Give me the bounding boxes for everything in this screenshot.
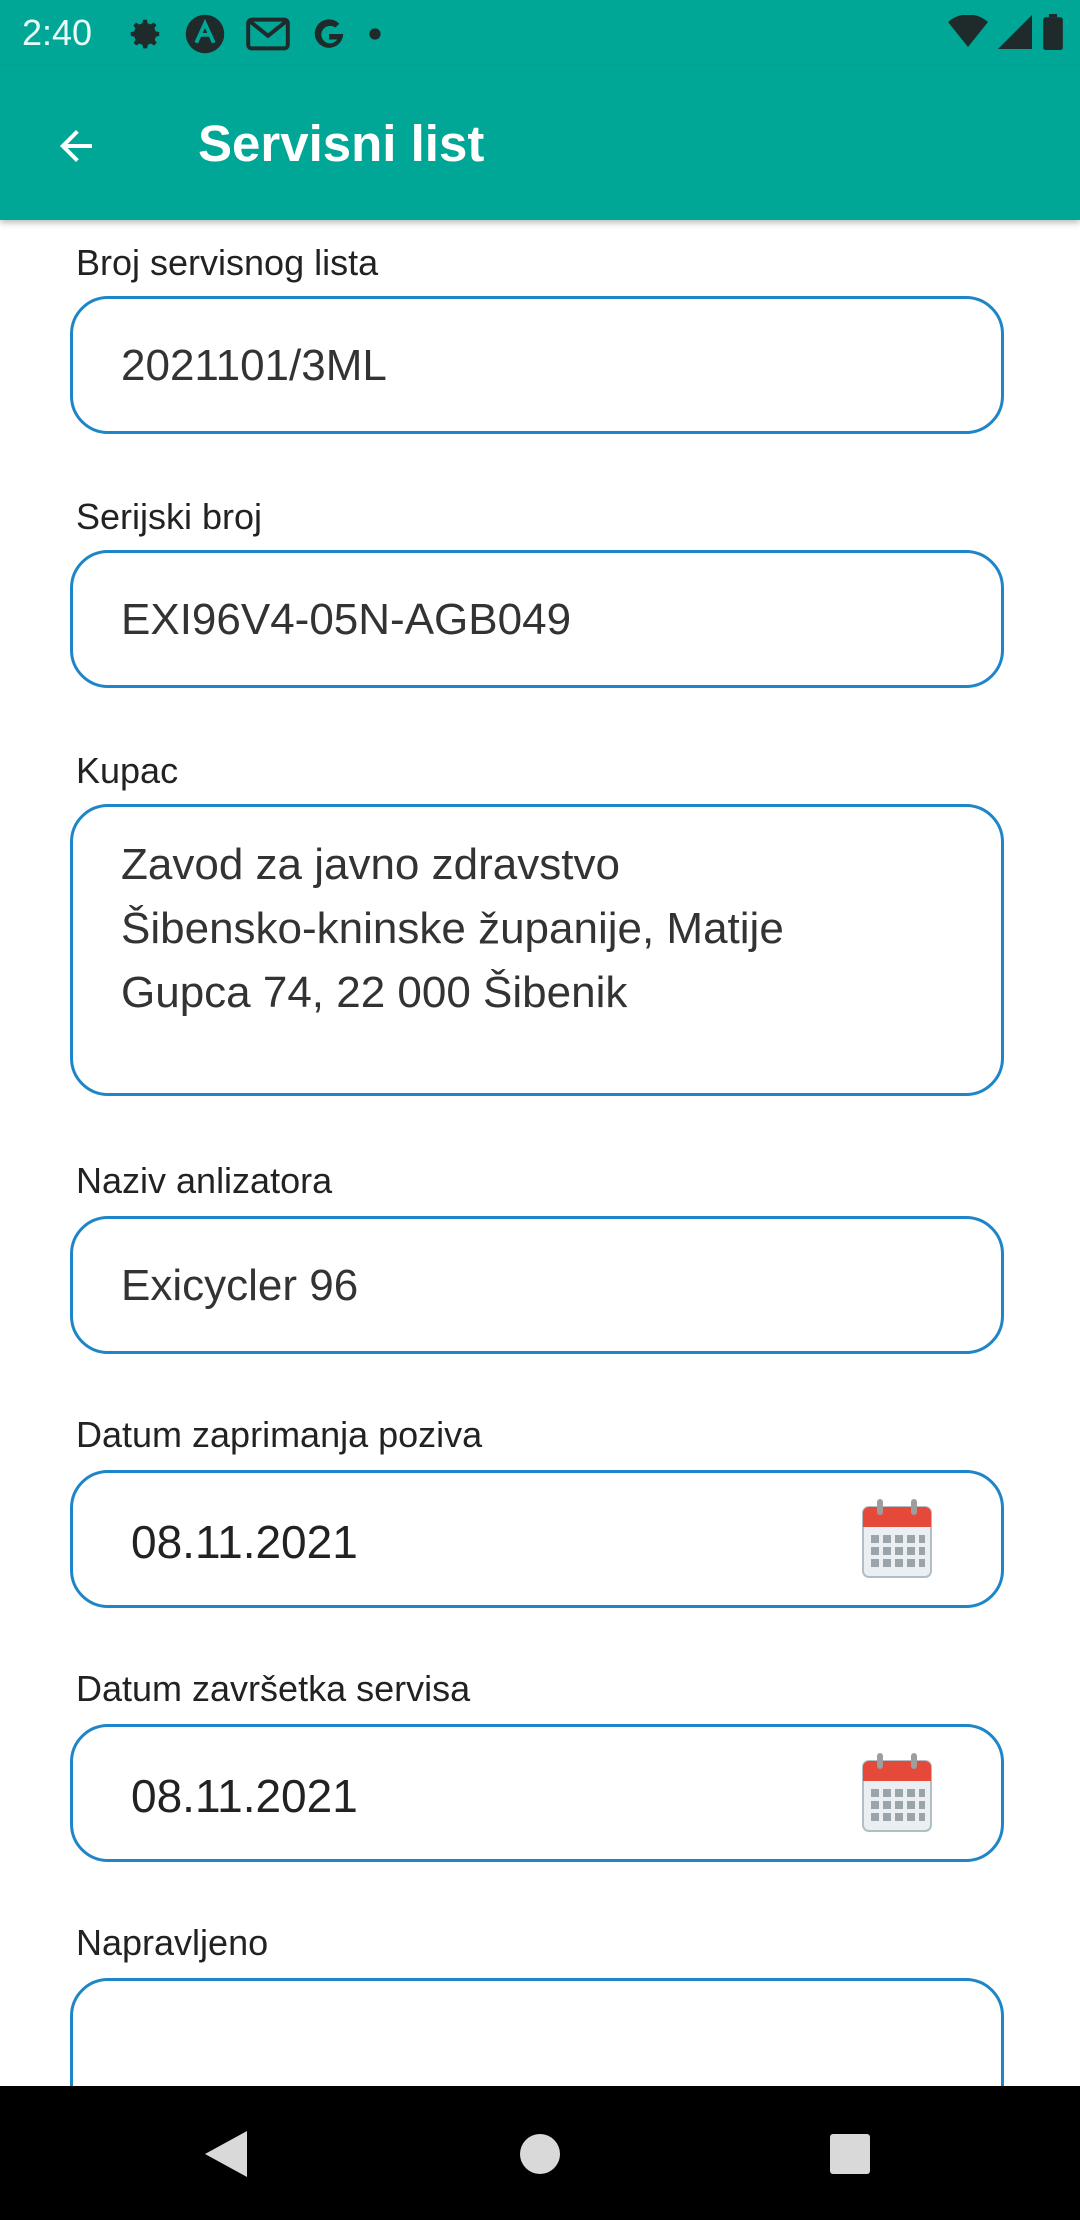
naziv-value: Exicycler 96 (121, 1261, 359, 1310)
broj-value: 2021101/3ML (121, 341, 387, 390)
calendar-icon[interactable] (861, 1753, 933, 1833)
back-button[interactable] (40, 110, 112, 182)
battery-icon (1043, 14, 1063, 50)
datum-zavrsetka-field[interactable]: 08.11.2021 (70, 1724, 1004, 1862)
serijski-value: EXI96V4-05N-AGB049 (121, 595, 572, 644)
app-logo-icon (185, 14, 225, 54)
wifi-icon (948, 15, 988, 47)
system-icons (948, 14, 1064, 50)
kupac-line: Šibensko-kninske županije, Matije (121, 904, 784, 953)
napravljeno-label: Napravljeno (76, 1922, 269, 1963)
napravljeno-field[interactable] (70, 1978, 1004, 2086)
square-recents-icon (830, 2134, 870, 2174)
datum-zavrsetka-label: Datum završetka servisa (76, 1668, 471, 1709)
datum-zaprimanja-label: Datum zaprimanja poziva (76, 1414, 483, 1455)
system-nav-bar (0, 2086, 1080, 2220)
kupac-line: Gupca 74, 22 000 Šibenik (121, 968, 628, 1017)
status-time: 2:40 (22, 12, 93, 53)
signal-icon (998, 15, 1032, 49)
circle-home-icon (520, 2134, 560, 2174)
nav-back-button[interactable] (194, 2122, 258, 2186)
gmail-icon (246, 17, 290, 51)
naziv-analizatora-field[interactable]: Exicycler 96 (70, 1216, 1004, 1354)
naziv-label: Naziv anlizatora (76, 1160, 333, 1201)
triangle-back-icon (205, 2131, 247, 2177)
broj-label: Broj servisnog lista (76, 242, 379, 283)
app-bar: Servisni list (0, 66, 1080, 220)
datum-zavrsetka-value: 08.11.2021 (131, 1770, 358, 1822)
notification-icons (126, 14, 382, 54)
nav-recents-button[interactable] (818, 2122, 882, 2186)
status-bar: 2:40 (0, 0, 1080, 66)
service-form: Broj servisnog lista 2021101/3ML Serijsk… (0, 220, 1080, 2086)
kupac-value: Zavod za javno zdravstvo Šibensko-kninsk… (121, 833, 784, 1025)
serijski-broj-field[interactable]: EXI96V4-05N-AGB049 (70, 550, 1004, 688)
kupac-field[interactable]: Zavod za javno zdravstvo Šibensko-kninsk… (70, 804, 1004, 1096)
datum-zaprimanja-value: 08.11.2021 (131, 1516, 358, 1568)
arrow-back-icon (60, 130, 92, 162)
settings-icon (130, 19, 160, 49)
dot-icon (369, 28, 381, 40)
nav-home-button[interactable] (508, 2122, 572, 2186)
kupac-line: Zavod za javno zdravstvo (121, 840, 620, 889)
kupac-label: Kupac (76, 750, 179, 791)
google-icon (314, 19, 344, 48)
calendar-icon[interactable] (861, 1499, 933, 1579)
serijski-label: Serijski broj (76, 496, 263, 537)
datum-zaprimanja-field[interactable]: 08.11.2021 (70, 1470, 1004, 1608)
broj-servisnog-lista-field[interactable]: 2021101/3ML (70, 296, 1004, 434)
page-title: Servisni list (198, 115, 485, 172)
